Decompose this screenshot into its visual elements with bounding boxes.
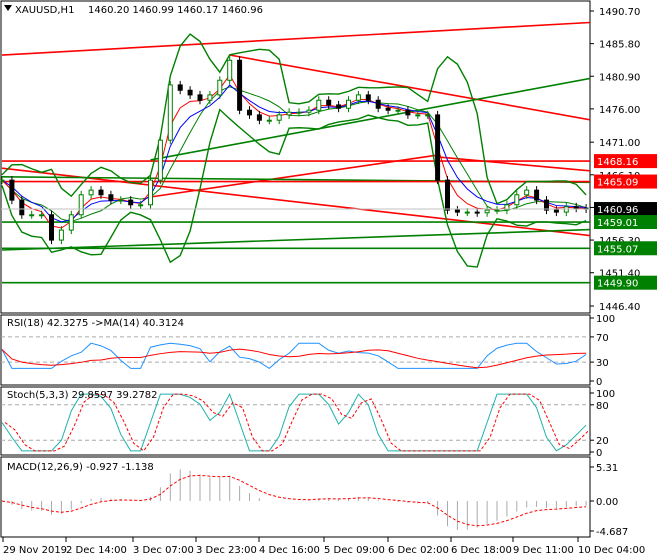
candle	[197, 94, 203, 101]
candle	[514, 194, 520, 206]
candle	[157, 139, 163, 181]
stoch-title: Stoch(5,3,3) 29.8597 39.2782	[7, 390, 158, 401]
candle	[138, 204, 144, 207]
candle	[266, 119, 272, 122]
x-tick-label: 3 Dec 07:00	[133, 545, 194, 556]
candle	[435, 114, 441, 181]
candle	[68, 214, 74, 231]
candle	[78, 194, 84, 216]
candle	[534, 189, 540, 201]
candle	[247, 109, 252, 116]
candle	[553, 209, 559, 213]
candle	[336, 104, 342, 109]
candle	[256, 114, 262, 121]
price-tag-label: 1459.01	[597, 218, 638, 229]
candle	[316, 99, 322, 111]
chart-canvas: 1490.701485.801480.901476.001471.001466.…	[0, 0, 657, 556]
candle	[306, 109, 312, 113]
candle	[484, 209, 490, 214]
candle	[167, 84, 173, 141]
y-tick-label: 5.31	[596, 463, 618, 474]
y-tick-label: 1480.90	[599, 72, 640, 83]
candle	[375, 99, 381, 109]
price-tag-label: 1465.09	[597, 178, 638, 189]
candle	[454, 209, 460, 213]
x-tick-label: 3 Dec 23:00	[196, 545, 257, 556]
candle	[237, 59, 243, 111]
candle	[355, 94, 361, 101]
candle	[19, 199, 25, 216]
candle	[118, 199, 124, 202]
candle	[98, 189, 104, 196]
main-price-panel	[0, 0, 591, 314]
candle	[187, 89, 193, 96]
price-tag-label: 1449.90	[597, 279, 638, 290]
y-tick-label: 1476.00	[599, 105, 640, 116]
candle	[474, 211, 480, 214]
candle	[29, 214, 35, 217]
y-tick-label: 0	[596, 377, 602, 388]
y-tick-label: 0	[596, 448, 602, 459]
candle	[227, 59, 233, 81]
x-tick-label: 10 Dec 04:00	[578, 545, 645, 556]
candle	[385, 107, 391, 111]
x-tick-label: 9 Dec 11:00	[513, 545, 574, 556]
y-tick-label: 1446.40	[599, 302, 640, 313]
y-tick-label: 1490.70	[599, 7, 640, 18]
y-tick-label: 20	[596, 436, 609, 447]
candle	[326, 99, 332, 106]
candle	[276, 114, 282, 121]
candle	[415, 114, 421, 117]
candle	[524, 189, 530, 196]
x-tick-label: 6 Dec 02:00	[388, 545, 449, 556]
y-tick-label: 30	[596, 358, 609, 369]
x-tick-label: 4 Dec 16:00	[259, 545, 320, 556]
y-tick-label: 0.00	[596, 497, 618, 508]
y-tick-label: 80	[596, 401, 609, 412]
y-tick-label: 100	[596, 314, 615, 325]
price-tag-label: 1460.96	[597, 205, 638, 216]
y-tick-label: 70	[596, 333, 609, 344]
candle	[573, 206, 579, 209]
candle	[88, 189, 94, 196]
y-tick-label: 1485.80	[599, 40, 640, 51]
candle	[58, 229, 64, 241]
x-tick-label: 2 Dec 14:00	[66, 545, 127, 556]
y-tick-label: 1471.00	[599, 138, 640, 149]
candle	[108, 194, 114, 201]
x-tick-label: 6 Dec 18:00	[451, 545, 512, 556]
y-tick-label: 100	[596, 389, 615, 400]
macd-title: MACD(12,26,9) -0.927 -1.138	[7, 462, 154, 473]
ohlc-values: 1460.20 1460.99 1460.17 1460.96	[88, 5, 263, 16]
candle	[286, 111, 292, 116]
price-tag-label: 1455.07	[597, 244, 638, 255]
candle	[296, 111, 302, 114]
x-tick-label: 29 Nov 2019	[3, 545, 67, 556]
candle	[207, 94, 213, 101]
candle	[148, 179, 153, 206]
candle	[49, 214, 54, 241]
candle	[395, 109, 401, 112]
candle	[39, 214, 45, 217]
candle	[365, 94, 371, 101]
candle	[405, 109, 411, 116]
candle	[9, 179, 15, 201]
candle	[346, 99, 351, 109]
symbol-title: XAUUSD,H1	[15, 5, 74, 16]
price-tag-label: 1468.16	[597, 157, 638, 168]
rsi-title: RSI(18) 42.3275 ->MA(14) 40.3124	[7, 318, 184, 329]
candle	[217, 79, 223, 96]
candle	[445, 179, 450, 211]
candle	[128, 199, 134, 206]
candle	[464, 211, 470, 214]
candle	[425, 114, 431, 117]
candle	[177, 84, 183, 91]
y-tick-label: -4.687	[596, 527, 628, 538]
x-tick-label: 5 Dec 09:00	[324, 545, 385, 556]
candle	[494, 209, 500, 212]
